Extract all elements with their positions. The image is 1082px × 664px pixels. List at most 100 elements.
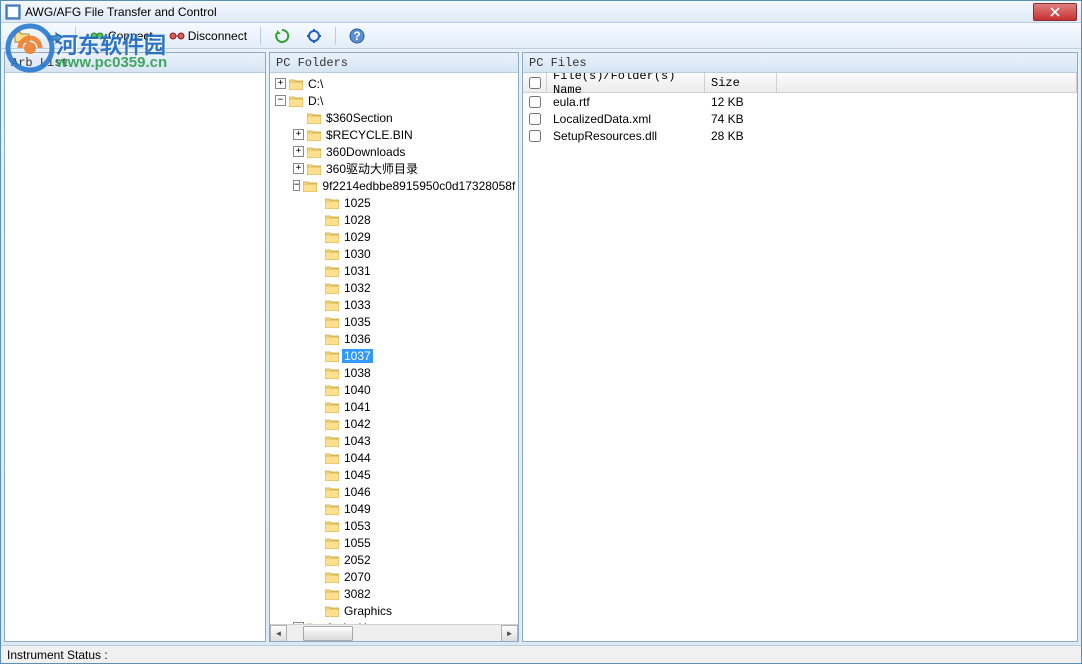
tree-node[interactable]: 1025 [272,194,516,211]
tree-node[interactable]: 1035 [272,313,516,330]
tree-node[interactable]: 1036 [272,330,516,347]
tree-node[interactable]: $360Section [272,109,516,126]
tree-expander[interactable]: + [293,129,304,140]
tree-node[interactable]: 1032 [272,279,516,296]
file-checkbox[interactable] [529,96,541,108]
tree-node-label: 1041 [342,400,373,414]
folder-icon [325,367,339,379]
statusbar: Instrument Status : [1,645,1081,663]
folder-hscrollbar[interactable]: ◄ ► [270,624,518,641]
folder-icon [325,418,339,430]
tree-node-label: 1053 [342,519,373,533]
tree-node[interactable]: 1053 [272,517,516,534]
tree-node-label: 1046 [342,485,373,499]
tree-node-label: 1035 [342,315,373,329]
status-label: Instrument Status : [7,648,108,662]
window-title: AWG/AFG File Transfer and Control [25,5,1033,19]
folder-icon [325,282,339,294]
tree-node[interactable]: 1042 [272,415,516,432]
tree-node[interactable]: + $RECYCLE.BIN [272,126,516,143]
file-name-header[interactable]: File(s)/Folder(s) Name [547,73,705,92]
file-size-cell: 74 KB [705,112,777,126]
tree-node-label: $360Section [324,111,395,125]
window-close-button[interactable] [1033,3,1077,21]
tree-node[interactable]: 1037 [272,347,516,364]
tree-node-label: 3082 [342,587,373,601]
toolbar-separator [75,27,76,45]
tree-node[interactable]: −9f2214edbbe8915950c0d17328058f [272,177,516,194]
tree-node[interactable]: 1029 [272,228,516,245]
file-checkbox[interactable] [529,113,541,125]
tree-expander[interactable]: + [275,78,286,89]
connect-icon [89,28,105,44]
folder-icon [325,503,339,515]
file-row[interactable]: eula.rtf12 KB [523,93,1077,110]
settings-button[interactable] [299,25,329,47]
file-row[interactable]: LocalizedData.xml74 KB [523,110,1077,127]
pc-folders-panel: PC Folders +C:\−D:\$360Section+$RECYCLE.… [269,52,519,642]
tree-node[interactable]: 1049 [272,500,516,517]
tree-expander[interactable]: − [293,180,300,191]
tree-node-label: 1031 [342,264,373,278]
scroll-left-button[interactable]: ◄ [270,625,287,642]
file-list[interactable]: eula.rtf12 KBLocalizedData.xml74 KBSetup… [523,93,1077,144]
send-button[interactable] [39,25,69,47]
arb-list-body[interactable] [5,73,265,641]
main-body: Arb List PC Folders +C:\−D:\$360Section+… [1,49,1081,645]
folder-icon [325,316,339,328]
tree-node[interactable]: +C:\ [272,75,516,92]
folder-icon [325,197,339,209]
tree-node[interactable]: 1033 [272,296,516,313]
folder-icon [325,401,339,413]
tree-node[interactable]: 1045 [272,466,516,483]
tree-node[interactable]: 1041 [272,398,516,415]
tree-node[interactable]: Graphics [272,602,516,619]
svg-text:?: ? [353,29,360,43]
folder-tree[interactable]: +C:\−D:\$360Section+$RECYCLE.BIN+360Down… [270,73,518,624]
tree-expander[interactable]: − [275,95,286,106]
scroll-track[interactable] [287,625,501,642]
file-check-header[interactable] [523,73,547,92]
connect-button[interactable]: Connect [82,25,160,47]
scroll-right-button[interactable]: ► [501,625,518,642]
tree-node[interactable]: 1055 [272,534,516,551]
tree-expander[interactable]: + [293,146,304,157]
settings-icon [306,28,322,44]
folder-icon [325,571,339,583]
tree-node[interactable]: 1043 [272,432,516,449]
file-name-cell: LocalizedData.xml [547,112,705,126]
tree-node-label: Graphics [342,604,394,618]
file-checkbox[interactable] [529,130,541,142]
refresh-button[interactable] [267,25,297,47]
tree-node[interactable]: 1044 [272,449,516,466]
folder-icon [289,78,303,90]
tree-node[interactable]: +360Downloads [272,143,516,160]
tree-node-label: $RECYCLE.BIN [324,128,415,142]
file-size-header[interactable]: Size [705,73,777,92]
tree-node[interactable]: 1030 [272,245,516,262]
tree-node[interactable]: 1046 [272,483,516,500]
tree-node[interactable]: 2070 [272,568,516,585]
disconnect-button[interactable]: Disconnect [162,25,254,47]
tree-node[interactable]: 1031 [272,262,516,279]
tree-node-label: 1043 [342,434,373,448]
tree-node[interactable]: 2052 [272,551,516,568]
open-file-button[interactable] [7,25,37,47]
tree-node-label: 360Downloads [324,145,407,159]
tree-node[interactable]: 3082 [272,585,516,602]
toolbar-separator [335,27,336,45]
tree-node[interactable]: 1038 [272,364,516,381]
tree-expander[interactable]: + [293,163,304,174]
select-all-checkbox[interactable] [529,77,541,89]
tree-node[interactable]: 1028 [272,211,516,228]
scroll-thumb[interactable] [303,626,353,641]
file-row[interactable]: SetupResources.dll28 KB [523,127,1077,144]
tree-node[interactable]: −D:\ [272,92,516,109]
tree-node-label: 1025 [342,196,373,210]
file-header-row: File(s)/Folder(s) Name Size [523,73,1077,93]
tree-node[interactable]: 1040 [272,381,516,398]
folder-icon [325,588,339,600]
send-icon [46,28,62,44]
help-button[interactable]: ? [342,25,372,47]
tree-node[interactable]: +360驱动大师目录 [272,160,516,177]
